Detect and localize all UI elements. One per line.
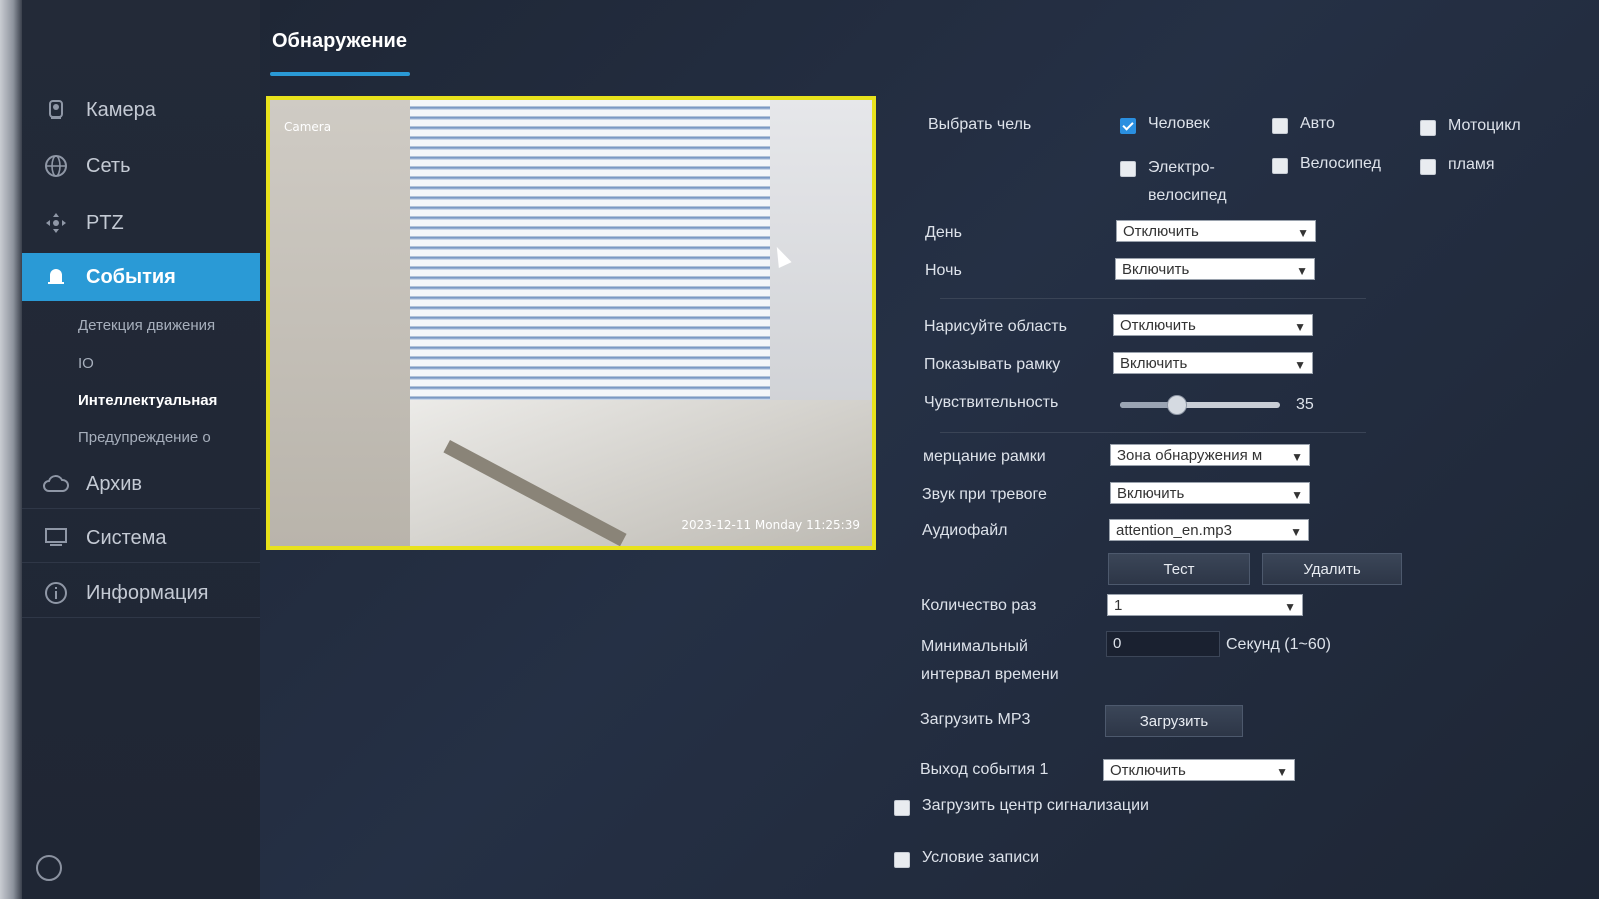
nav-item-events[interactable]: События bbox=[22, 253, 267, 301]
alarm-sound-select[interactable]: Включить ▼ bbox=[1110, 482, 1310, 504]
osd-timestamp: 2023-12-11 Monday 11:25:39 bbox=[681, 518, 860, 532]
power-icon[interactable] bbox=[36, 855, 62, 881]
min-interval-unit: Секунд (1~60) bbox=[1226, 636, 1331, 653]
video-preview[interactable]: Camera 2023-12-11 Monday 11:25:39 bbox=[266, 96, 876, 550]
sensitivity-slider[interactable] bbox=[1120, 395, 1280, 415]
event-output-select[interactable]: Отключить ▼ bbox=[1103, 759, 1295, 781]
camera-icon bbox=[42, 96, 70, 124]
slider-thumb[interactable] bbox=[1167, 395, 1187, 415]
record-condition-checkbox[interactable]: Условие записи bbox=[894, 849, 1039, 868]
draw-area-label: Нарисуйте область bbox=[924, 318, 1067, 335]
main-panel: Обнаружение Camera 2023-12-11 Monday 11:… bbox=[260, 0, 1599, 899]
target-label: Выбрать чель bbox=[928, 116, 1032, 133]
sub-item-motion[interactable]: Детекция движения bbox=[78, 317, 215, 334]
chevron-down-icon: ▼ bbox=[1291, 450, 1303, 464]
sub-item-io[interactable]: IO bbox=[78, 355, 94, 372]
show-frame-label: Показывать рамку bbox=[924, 356, 1061, 373]
bell-icon bbox=[42, 263, 70, 291]
nav-label-archive: Архив bbox=[86, 472, 143, 495]
checkbox-checked[interactable] bbox=[1120, 118, 1136, 134]
delete-button[interactable]: Удалить bbox=[1262, 553, 1402, 585]
night-label: Ночь bbox=[925, 262, 962, 279]
audio-file-label: Аудиофайл bbox=[922, 522, 1008, 539]
target-auto-checkbox[interactable]: Авто bbox=[1272, 115, 1335, 134]
nav-label-camera: Камера bbox=[86, 98, 156, 121]
sensitivity-label: Чувствительность bbox=[924, 394, 1059, 411]
night-select[interactable]: Включить ▼ bbox=[1115, 258, 1315, 280]
draw-area-select[interactable]: Отключить ▼ bbox=[1113, 314, 1313, 336]
nav-label-events: События bbox=[86, 265, 176, 288]
nav-item-camera[interactable]: Камера bbox=[22, 86, 260, 134]
chevron-down-icon: ▼ bbox=[1290, 525, 1302, 539]
chevron-down-icon: ▼ bbox=[1297, 226, 1309, 240]
nav-label-ptz: PTZ bbox=[86, 211, 124, 234]
upload-mp3-label: Загрузить MP3 bbox=[920, 711, 1031, 728]
upload-button[interactable]: Загрузить bbox=[1105, 705, 1243, 737]
nav-label-system: Система bbox=[86, 526, 167, 549]
target-motorcycle-checkbox[interactable]: Мотоцикл bbox=[1420, 117, 1521, 136]
flicker-label: мерцание рамки bbox=[923, 448, 1046, 465]
window-blinds bbox=[410, 100, 770, 400]
globe-icon bbox=[42, 152, 70, 180]
chevron-down-icon: ▼ bbox=[1284, 600, 1296, 614]
ptz-icon bbox=[42, 209, 70, 237]
nav-item-info[interactable]: Информация bbox=[22, 569, 260, 618]
info-icon bbox=[42, 579, 70, 607]
event-output-label: Выход события 1 bbox=[920, 761, 1049, 778]
nav-item-ptz[interactable]: PTZ bbox=[22, 199, 260, 247]
day-label: День bbox=[925, 224, 962, 241]
target-fire-checkbox[interactable]: пламя bbox=[1420, 156, 1495, 175]
sub-item-intelligent[interactable]: Интеллектуальная bbox=[78, 392, 217, 409]
nav-item-network[interactable]: Сеть bbox=[22, 142, 260, 190]
nav-item-system[interactable]: Система bbox=[22, 514, 260, 563]
chevron-down-icon: ▼ bbox=[1294, 358, 1306, 372]
chevron-down-icon: ▼ bbox=[1294, 320, 1306, 334]
nav-label-info: Информация bbox=[86, 581, 209, 604]
tab-underline bbox=[270, 72, 410, 76]
sub-item-warning[interactable]: Предупреждение о bbox=[78, 429, 211, 446]
min-interval-input[interactable]: 0 bbox=[1106, 631, 1220, 657]
nav-item-archive[interactable]: Архив bbox=[22, 460, 260, 509]
monitor-icon bbox=[42, 524, 70, 552]
chevron-down-icon: ▼ bbox=[1296, 264, 1308, 278]
alarm-sound-label: Звук при тревоге bbox=[922, 486, 1047, 503]
osd-camera-name: Camera bbox=[284, 120, 332, 134]
screen-bezel bbox=[0, 0, 22, 899]
flicker-select[interactable]: Зона обнаружения м ▼ bbox=[1110, 444, 1310, 466]
min-interval-label: Минимальный интервал времени bbox=[921, 638, 1059, 683]
day-select[interactable]: Отключить ▼ bbox=[1116, 220, 1316, 242]
chevron-down-icon: ▼ bbox=[1276, 765, 1288, 779]
test-button[interactable]: Тест bbox=[1108, 553, 1250, 585]
chevron-down-icon: ▼ bbox=[1291, 488, 1303, 502]
sidebar: Камера Сеть PTZ События Детекция движени… bbox=[22, 0, 267, 899]
tab-detection[interactable]: Обнаружение bbox=[272, 30, 407, 53]
target-ebike-checkbox[interactable]: Электро- велосипед bbox=[1120, 154, 1250, 210]
show-frame-select[interactable]: Включить ▼ bbox=[1113, 352, 1313, 374]
count-select[interactable]: 1 ▼ bbox=[1107, 594, 1303, 616]
count-label: Количество раз bbox=[921, 597, 1037, 614]
sensitivity-value: 35 bbox=[1296, 396, 1314, 413]
upload-alarm-center-checkbox[interactable]: Загрузить центр сигнализации bbox=[894, 797, 1149, 816]
cloud-icon bbox=[42, 470, 70, 498]
target-bicycle-checkbox[interactable]: Велосипед bbox=[1272, 155, 1381, 174]
nav-label-network: Сеть bbox=[86, 154, 131, 177]
audio-file-select[interactable]: attention_en.mp3 ▼ bbox=[1109, 519, 1309, 541]
target-human-checkbox[interactable]: Человек bbox=[1120, 115, 1210, 134]
